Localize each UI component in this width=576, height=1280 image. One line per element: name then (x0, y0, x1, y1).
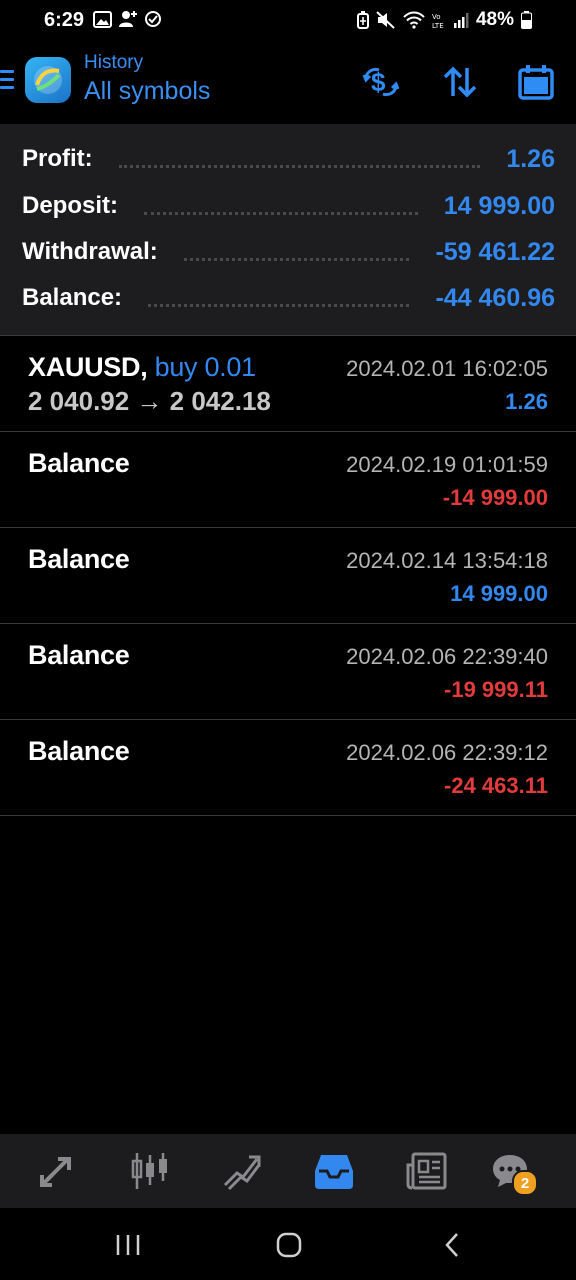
volte-icon: Vo LTE (432, 13, 444, 29)
deal-amount: -14 999.00 (442, 485, 548, 510)
dotted-leader (183, 256, 410, 261)
summary-label: Profit: (22, 145, 93, 172)
dotted-leader (118, 163, 481, 168)
deal-prices: 2 040.92 → 2 042.18 (28, 386, 271, 416)
quotes-icon[interactable] (34, 1148, 82, 1194)
deal-symbol: Balance (28, 736, 130, 766)
deal-date: 2024.02.06 22:39:12 (346, 740, 548, 765)
deal-side: buy 0.01 (154, 352, 256, 382)
app-header: History All symbols $ (0, 42, 576, 124)
dotted-leader (148, 302, 410, 307)
currency-exchange-icon[interactable]: $ (361, 62, 401, 102)
deal-title: XAUUSD, buy 0.01 (28, 352, 256, 383)
svg-text:Vo: Vo (432, 13, 441, 21)
deal-date: 2024.02.01 16:02:05 (346, 356, 548, 381)
summary-label: Deposit: (22, 192, 118, 219)
summary-label: Withdrawal: (22, 238, 158, 265)
deal-amount: -24 463.11 (444, 773, 548, 798)
deal-amount: 14 999.00 (450, 581, 548, 606)
svg-text:LTE: LTE (432, 22, 444, 29)
svg-text:$: $ (371, 67, 386, 97)
summary-withdrawal-row: Withdrawal: -59 461.22 (22, 232, 555, 272)
home-icon[interactable] (267, 1228, 311, 1262)
summary-deposit-row: Deposit: 14 999.00 (22, 186, 555, 226)
summary-value: 1.26 (506, 144, 555, 173)
deal-symbol: Balance (28, 448, 130, 478)
chat-badge: 2 (512, 1170, 538, 1196)
deal-symbol: Balance (28, 544, 130, 574)
chat-icon[interactable]: 2 (486, 1148, 538, 1196)
menu-icon[interactable] (0, 70, 14, 94)
mute-icon (376, 11, 395, 29)
battery-icon (521, 11, 532, 29)
image-icon (93, 10, 112, 28)
header-subtitle: History (84, 52, 144, 73)
deal-date: 2024.02.19 01:01:59 (346, 452, 548, 477)
recents-icon[interactable] (106, 1228, 150, 1262)
bottom-nav: 2 (0, 1134, 576, 1208)
history-icon[interactable] (310, 1148, 358, 1194)
status-bar: 6:29 Vo LTE 48% (0, 0, 576, 42)
list-item[interactable]: XAUUSD, buy 0.01 2 040.92 → 2 042.18 202… (0, 336, 576, 432)
battery-percent: 48% (475, 9, 514, 30)
deal-amount: -19 999.11 (444, 677, 548, 702)
deal-date: 2024.02.06 22:39:40 (346, 644, 548, 669)
system-nav-bar (0, 1208, 576, 1280)
summary-label: Balance: (22, 284, 123, 311)
summary-value: -59 461.22 (435, 237, 555, 266)
signal-icon (453, 13, 469, 28)
summary-value: -44 460.96 (435, 283, 555, 312)
deal-symbol: Balance (28, 640, 130, 670)
wifi-icon (403, 11, 425, 29)
history-list: XAUUSD, buy 0.01 2 040.92 → 2 042.18 202… (0, 336, 576, 816)
summary-panel: Profit: 1.26 Deposit: 14 999.00 Withdraw… (0, 124, 576, 336)
chart-icon[interactable] (126, 1148, 174, 1194)
sort-icon[interactable] (440, 62, 480, 102)
news-icon[interactable] (402, 1148, 450, 1194)
app-logo-icon[interactable] (25, 57, 71, 103)
summary-value: 14 999.00 (443, 191, 555, 220)
header-title[interactable]: All symbols (84, 77, 210, 106)
dotted-leader (144, 210, 418, 215)
back-icon[interactable] (430, 1228, 474, 1262)
deal-amount: 1.26 (505, 389, 548, 414)
status-time: 6:29 (44, 9, 85, 31)
list-item[interactable]: Balance 2024.02.06 22:39:12 -24 463.11 (0, 720, 576, 816)
calendar-icon[interactable] (516, 62, 556, 102)
deal-date: 2024.02.14 13:54:18 (346, 548, 548, 573)
list-item[interactable]: Balance 2024.02.14 13:54:18 14 999.00 (0, 528, 576, 624)
summary-balance-row: Balance: -44 460.96 (22, 278, 555, 318)
person-add-icon (119, 11, 137, 27)
check-circle-icon (145, 11, 161, 27)
list-item[interactable]: Balance 2024.02.19 01:01:59 -14 999.00 (0, 432, 576, 528)
summary-profit-row: Profit: 1.26 (22, 139, 555, 179)
battery-saver-icon (356, 11, 369, 29)
trade-icon[interactable] (218, 1148, 266, 1194)
deal-symbol: XAUUSD, (28, 352, 148, 382)
list-item[interactable]: Balance 2024.02.06 22:39:40 -19 999.11 (0, 624, 576, 720)
